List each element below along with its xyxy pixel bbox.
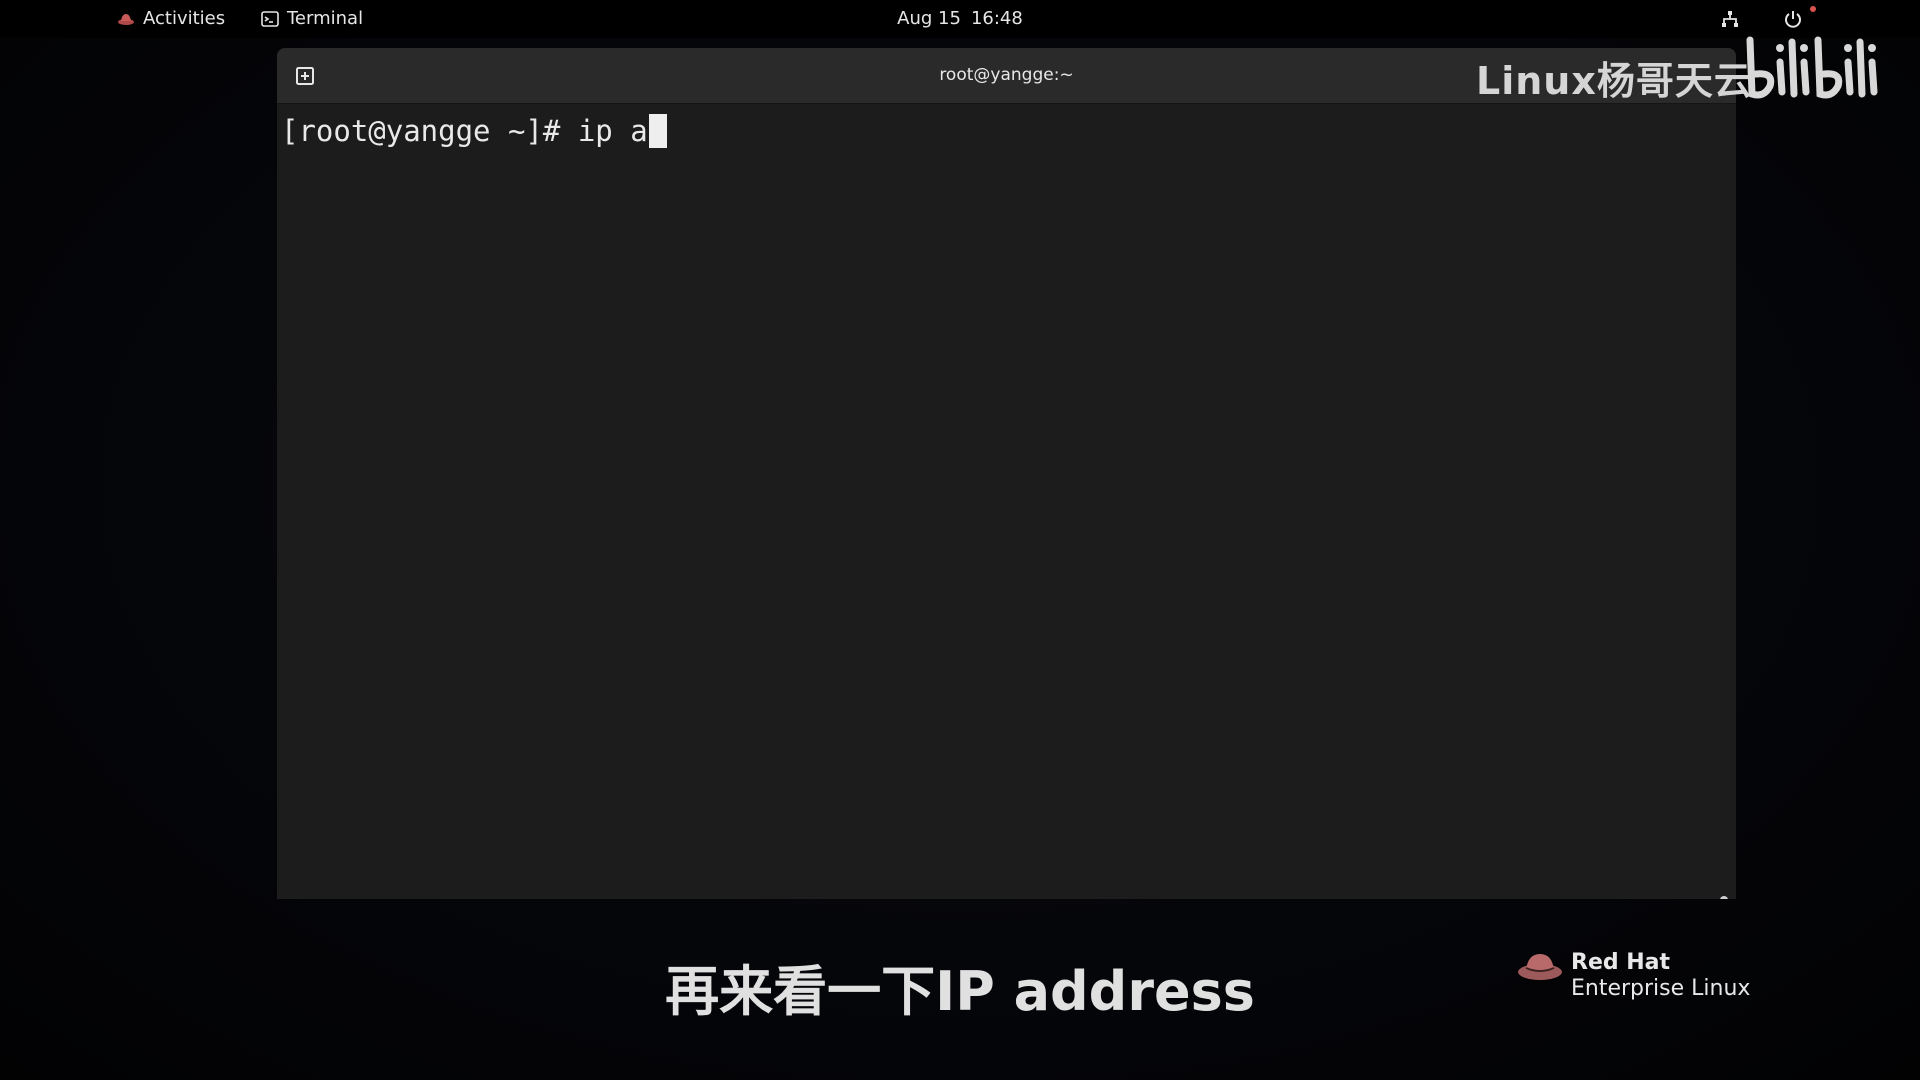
- clock-time: 16:48: [970, 8, 1023, 29]
- redhat-wordmark: Red Hat: [1571, 950, 1671, 975]
- scrollbar[interactable]: [1720, 896, 1728, 899]
- redhat-logo-icon: [1518, 954, 1562, 980]
- redhat-icon: [118, 13, 134, 25]
- typed-command: ip a: [577, 114, 648, 148]
- terminal-body[interactable]: [root@yangge ~]# ip a: [277, 104, 1736, 899]
- activities-button[interactable]: Activities: [117, 8, 225, 29]
- command-line: [root@yangge ~]# ip a: [281, 114, 667, 148]
- bilibili-logo: [1746, 36, 1878, 99]
- activities-label: Activities: [143, 8, 226, 29]
- app-menu-terminal[interactable]: Terminal: [261, 8, 363, 29]
- terminal-icon: [261, 10, 279, 27]
- redhat-branding: Red Hat Enterprise Linux: [1516, 946, 1756, 1006]
- channel-watermark: Linux杨哥天云: [1476, 59, 1753, 103]
- app-label: Terminal: [287, 8, 364, 29]
- top-bar: Activities Terminal Aug 15 16:48: [0, 0, 1920, 38]
- shell-prompt: [root@yangge ~]#: [281, 114, 578, 148]
- network-icon[interactable]: [1720, 9, 1740, 29]
- notification-dot: [1810, 6, 1816, 12]
- terminal-window: root@yangge:~ [root@yangge ~]# ip a: [277, 48, 1736, 899]
- power-icon[interactable]: [1783, 9, 1803, 29]
- desktop-background: Activities Terminal Aug 15 16:48 root@ya…: [0, 0, 1920, 1080]
- redhat-product: Enterprise Linux: [1571, 976, 1751, 1001]
- text-cursor: [648, 114, 667, 148]
- clock-button[interactable]: Aug 15 16:48: [897, 8, 1023, 29]
- clock-date: Aug 15: [897, 8, 961, 29]
